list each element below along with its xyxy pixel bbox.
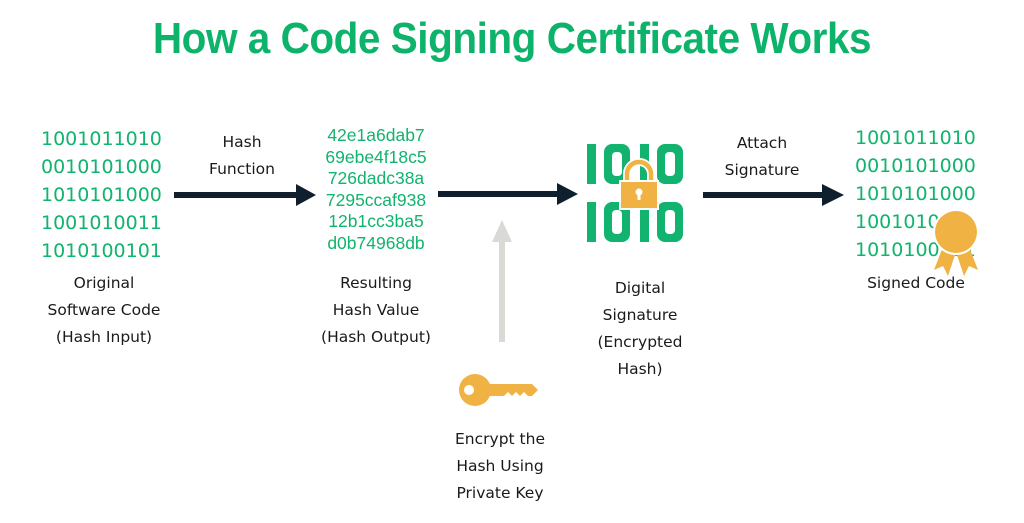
hash-line: d0b74968db [327,232,425,253]
digital-signature-icon [587,144,683,242]
signed-code-label: Signed Code [846,270,986,297]
arrow-to-signature [438,183,578,205]
arrow-attach-signature [703,184,844,206]
hash-line: 42e1a6dab7 [327,125,425,145]
certificate-seal-icon [933,209,979,276]
hash-value-lines: 42e1a6dab7 69ebe4f18c5 726dadc38a 7295cc… [310,125,442,254]
private-key-label: Encrypt the Hash Using Private Key [430,426,570,507]
digital-signature-label: Digital Signature (Encrypted Hash) [565,275,715,383]
arrow-encrypt-up [492,220,512,342]
label-line: Hash Value [332,301,420,319]
binary-line: 0010101000 [41,156,162,178]
binary-line: 1010101000 [41,184,162,206]
binary-line: 1010100101 [41,240,162,262]
label-line: Signature [724,161,800,179]
label-line: Software Code [47,301,161,319]
label-line: Digital [614,279,666,297]
hash-line: 69ebe4f18c5 [325,146,427,167]
label-line: Function [209,160,275,178]
page-title: How a Code Signing Certificate Works [152,14,872,63]
label-line: Private Key [456,484,544,502]
binary-line: 1001010011 [41,212,162,234]
label-line: Encrypt the [455,430,545,448]
padlock-icon [619,158,659,210]
label-line: (Hash Output) [321,328,431,346]
hash-function-label: Hash Function [192,129,292,183]
original-code-binary: 1001011010 0010101000 1010101000 1001010… [41,125,162,265]
label-line: Attach [736,134,788,152]
arrow-hash-function [174,184,316,206]
binary-line: 0010101000 [855,155,976,177]
hash-line: 12b1cc3ba5 [328,211,424,231]
label-line: Signature [602,306,678,324]
attach-signature-label: Attach Signature [712,130,812,184]
binary-line: 1010101000 [855,183,976,205]
label-line: Hash Using [456,457,544,475]
label-line: (Hash Input) [55,328,153,346]
label-line: Original [73,274,135,292]
label-line: Signed Code [867,274,965,292]
hash-line: 7295ccaf938 [325,189,427,210]
binary-line: 1001011010 [41,128,162,150]
key-icon [459,374,538,406]
label-line: Resulting [340,274,412,292]
binary-line: 1001011010 [855,127,976,149]
label-line: Hash [222,133,262,151]
original-code-label: Original Software Code (Hash Input) [24,270,184,351]
hash-line: 726dadc38a [327,168,425,188]
label-line: Hash) [617,360,663,378]
label-line: (Encrypted [597,333,683,351]
hash-value-label: Resulting Hash Value (Hash Output) [296,270,456,351]
